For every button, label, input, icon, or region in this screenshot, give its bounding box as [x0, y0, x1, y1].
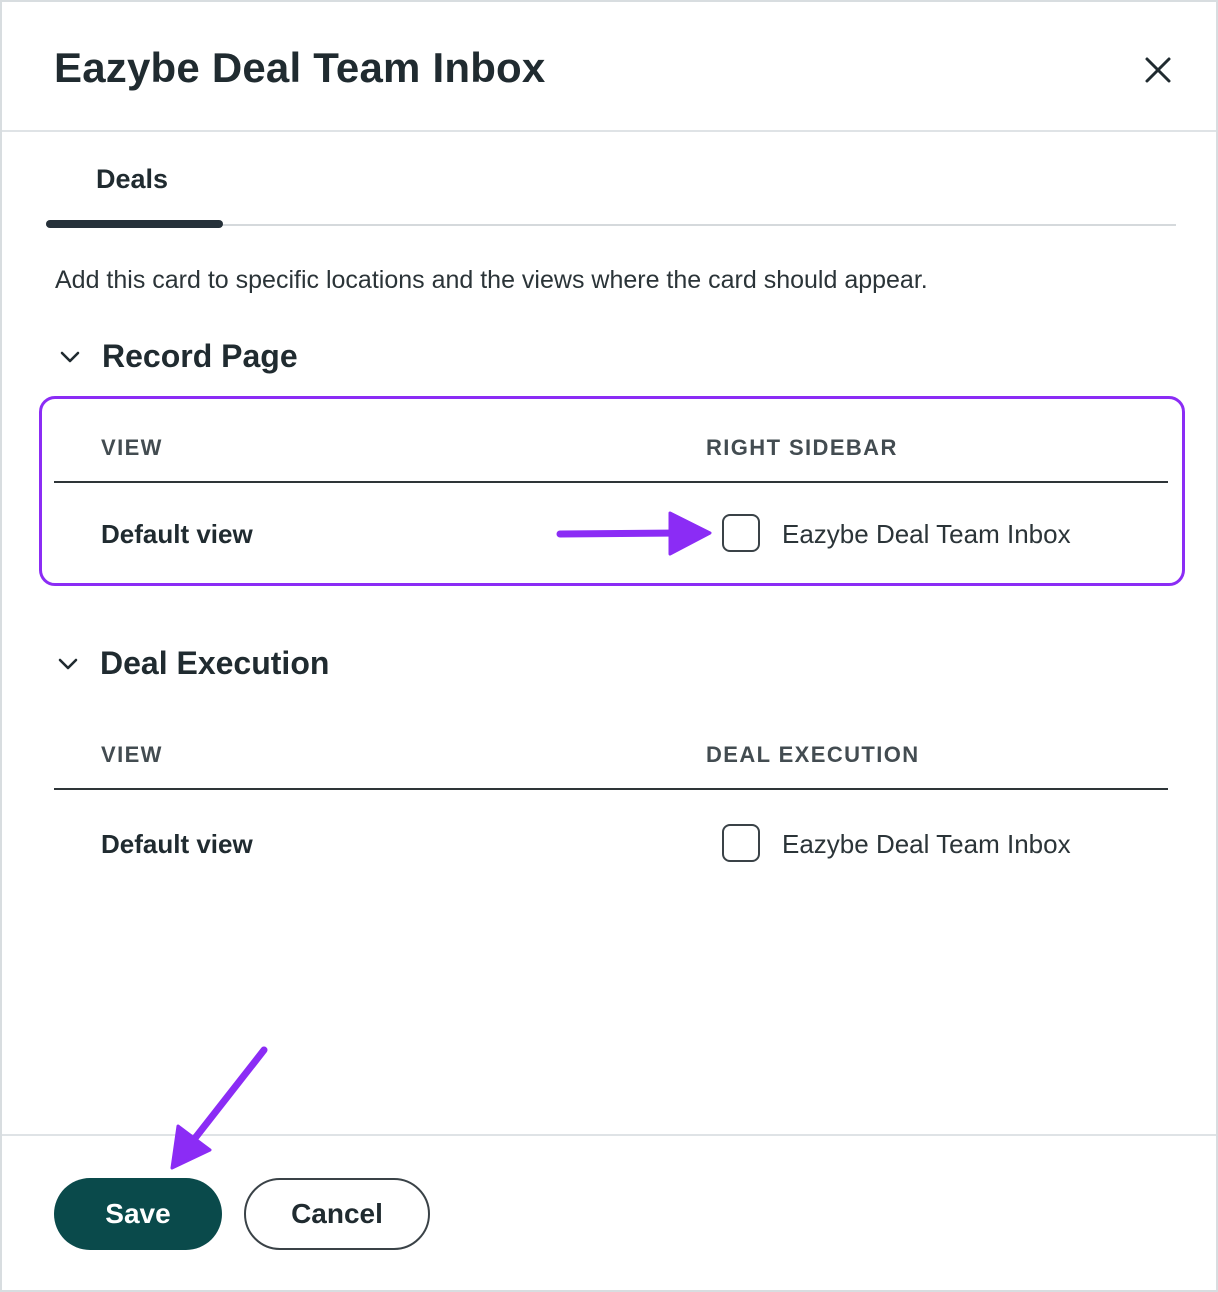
section-title-deal-execution: Deal Execution [100, 645, 330, 681]
column-header-deal-execution: DEAL EXECUTION [706, 742, 920, 767]
tab-deals[interactable]: Deals [96, 164, 168, 195]
row-label-default-view: Default view [101, 519, 253, 549]
row-label-default-view: Default view [101, 829, 253, 859]
cancel-button[interactable]: Cancel [244, 1178, 430, 1250]
dialog: Eazybe Deal Team Inbox Deals Add this ca… [0, 0, 1218, 1292]
chevron-down-icon [60, 351, 80, 362]
arrow-icon [170, 1046, 268, 1170]
table-header-divider [54, 481, 1168, 483]
dialog-title: Eazybe Deal Team Inbox [54, 44, 546, 91]
section-title-record-page: Record Page [102, 338, 298, 374]
checkbox-deal-execution-eazybe[interactable] [722, 824, 760, 862]
column-header-view: VIEW [101, 435, 163, 460]
section-toggle-deal-execution[interactable]: Deal Execution [54, 645, 329, 682]
chevron-down-icon [58, 658, 78, 669]
checkbox-label-deal-execution: Eazybe Deal Team Inbox [782, 829, 1071, 859]
footer-divider [2, 1134, 1216, 1136]
table-header-divider [54, 788, 1168, 790]
annotation-highlight-box [39, 396, 1185, 586]
tab-active-indicator [46, 220, 223, 228]
column-header-view: VIEW [101, 742, 163, 767]
description-text: Add this card to specific locations and … [55, 266, 928, 294]
dialog-header: Eazybe Deal Team Inbox [2, 2, 1216, 132]
close-button[interactable] [1138, 50, 1178, 90]
column-header-right-sidebar: RIGHT SIDEBAR [706, 435, 898, 460]
checkbox-label-right-sidebar: Eazybe Deal Team Inbox [782, 519, 1071, 549]
save-button[interactable]: Save [54, 1178, 222, 1250]
checkbox-right-sidebar-eazybe[interactable] [722, 514, 760, 552]
close-icon [1145, 57, 1171, 83]
section-toggle-record-page[interactable]: Record Page [56, 338, 298, 375]
